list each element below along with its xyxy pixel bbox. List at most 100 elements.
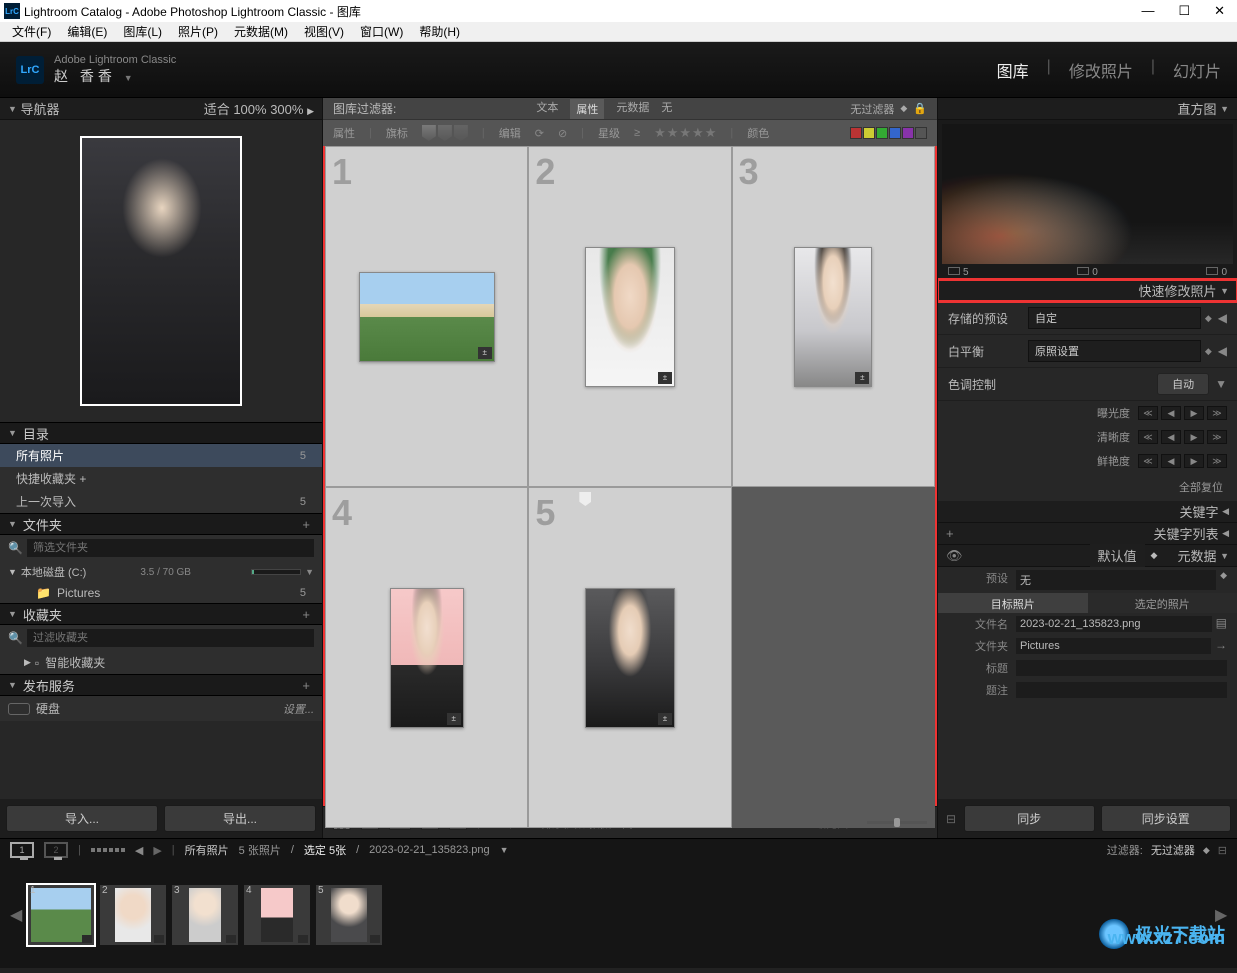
filter-tab-text[interactable]: 文本 — [536, 99, 558, 119]
auto-tone-button[interactable]: 自动 — [1157, 373, 1209, 395]
star-1[interactable]: ★ — [654, 125, 666, 141]
flag-picked-icon[interactable] — [422, 125, 436, 141]
flag-unflagged-icon[interactable] — [438, 125, 452, 141]
export-button[interactable]: 导出... — [164, 805, 316, 832]
catalog-previous-import[interactable]: 上一次导入 5 — [0, 490, 322, 513]
keyword-list-header[interactable]: + 关键字列表 ◀ — [938, 523, 1237, 545]
lock-icon[interactable]: 🔒 — [913, 102, 927, 115]
color-blue[interactable] — [889, 127, 901, 139]
filter-toggle-icon[interactable]: ⊟ — [1218, 844, 1227, 857]
grid-indicator-icon[interactable] — [91, 848, 125, 852]
saved-preset-dropdown[interactable]: 自定 — [1028, 307, 1201, 329]
filter-tab-attribute[interactable]: 属性 — [570, 99, 604, 119]
unedited-icon[interactable]: ⊘ — [558, 127, 567, 140]
clarity-decrease-large[interactable]: ≪ — [1138, 430, 1158, 444]
exposure-decrease-large[interactable]: ≪ — [1138, 406, 1158, 420]
color-green[interactable] — [876, 127, 888, 139]
primary-monitor-icon[interactable]: 1 — [10, 842, 34, 858]
vibrance-decrease-large[interactable]: ≪ — [1138, 454, 1158, 468]
menu-library[interactable]: 图库(L) — [115, 23, 170, 40]
collapse-tone[interactable]: ▼ — [1215, 377, 1227, 391]
add-keyword-button[interactable]: + — [946, 526, 954, 541]
metadata-preset-dropdown[interactable]: 无 — [1016, 570, 1216, 590]
star-5[interactable]: ★ — [705, 125, 717, 141]
module-library[interactable]: 图库 — [997, 58, 1029, 82]
zoom-300[interactable]: 300% — [270, 102, 303, 117]
folder-field[interactable]: Pictures — [1016, 638, 1211, 654]
close-button[interactable]: ✕ — [1214, 3, 1225, 19]
wb-dropdown[interactable]: 原照设置 — [1028, 340, 1201, 362]
go-back-button[interactable]: ◀ — [135, 844, 143, 857]
grid-cell-1[interactable]: 1 ± — [325, 146, 528, 487]
edited-icon[interactable]: ⟳ — [535, 127, 544, 140]
menu-photo[interactable]: 照片(P) — [170, 23, 226, 40]
vibrance-increase-large[interactable]: ≫ — [1207, 454, 1227, 468]
folder-pictures[interactable]: 📁 Pictures 5 — [0, 583, 322, 603]
filter-tab-none[interactable]: 无 — [661, 99, 672, 119]
clarity-decrease[interactable]: ◀ — [1161, 430, 1181, 444]
keywords-header[interactable]: 关键字 ◀ — [938, 501, 1237, 523]
no-filter-dropdown[interactable]: 无过滤器 — [850, 101, 894, 117]
vibrance-decrease[interactable]: ◀ — [1161, 454, 1181, 468]
filmstrip-thumb-3[interactable]: 3 — [172, 885, 238, 945]
star-2[interactable]: ★ — [667, 125, 679, 141]
menu-view[interactable]: 视图(V) — [296, 23, 352, 40]
grid-cell-2[interactable]: 2 ± — [528, 146, 731, 487]
histogram[interactable] — [942, 124, 1233, 264]
secondary-monitor-icon[interactable]: 2 — [44, 842, 68, 858]
smart-collections[interactable]: ▶ ▫ 智能收藏夹 — [0, 651, 322, 674]
filmstrip-thumb-4[interactable]: 4 — [244, 885, 310, 945]
zoom-fit[interactable]: 适合 — [204, 102, 230, 117]
menu-metadata[interactable]: 元数据(M) — [226, 23, 296, 40]
navigator-preview[interactable] — [80, 136, 242, 406]
grid-cell-4[interactable]: 4 ± — [325, 487, 528, 828]
rating-operator[interactable]: ≥ — [634, 127, 640, 139]
color-red[interactable] — [850, 127, 862, 139]
eye-icon[interactable]: 👁 — [946, 548, 963, 564]
publish-harddrive[interactable]: 硬盘 设置... — [0, 696, 322, 721]
import-button[interactable]: 导入... — [6, 805, 158, 832]
zoom-100[interactable]: 100% — [233, 102, 266, 117]
thumbnail-4[interactable]: ± — [390, 588, 464, 728]
add-publish-button[interactable]: + — [298, 678, 314, 693]
fs-filter-dropdown[interactable]: 无过滤器 — [1151, 842, 1195, 858]
catalog-quick-collection[interactable]: 快捷收藏夹 + — [0, 467, 322, 490]
flag-icon[interactable] — [579, 492, 591, 506]
clarity-increase[interactable]: ▶ — [1184, 430, 1204, 444]
metadata-tab-target[interactable]: 目标照片 — [938, 593, 1088, 613]
filter-tab-metadata[interactable]: 元数据 — [616, 99, 649, 119]
vibrance-increase[interactable]: ▶ — [1184, 454, 1204, 468]
meta-caption-field[interactable] — [1016, 682, 1227, 698]
catalog-all-photos[interactable]: 所有照片 5 — [0, 444, 322, 467]
metadata-header[interactable]: 👁 默认值 ◆ 元数据 ▼ — [938, 545, 1237, 567]
exposure-increase-large[interactable]: ≫ — [1207, 406, 1227, 420]
disk-row[interactable]: ▼ 本地磁盘 (C:) 3.5 / 70 GB ▼ — [0, 561, 322, 583]
reset-all-button[interactable]: 全部复位 — [1179, 482, 1223, 494]
add-folder-button[interactable]: + — [298, 517, 314, 532]
sync-switch-icon[interactable]: ⊟ — [944, 805, 958, 832]
publish-header[interactable]: ▼ 发布服务 + — [0, 674, 322, 696]
color-none[interactable] — [915, 127, 927, 139]
navigator-header[interactable]: ▼ 导航器 适合 100% 300% ▶ — [0, 98, 322, 120]
color-yellow[interactable] — [863, 127, 875, 139]
sync-settings-button[interactable]: 同步设置 — [1101, 805, 1232, 832]
metadata-set-dropdown[interactable]: 默认值 — [1090, 544, 1145, 567]
star-4[interactable]: ★ — [692, 125, 704, 141]
histogram-header[interactable]: 直方图 ▼ — [938, 98, 1237, 120]
menu-window[interactable]: 窗口(W) — [352, 23, 411, 40]
filmstrip-left-arrow[interactable]: ◀ — [10, 905, 22, 925]
minimize-button[interactable]: — — [1141, 3, 1154, 19]
folders-header[interactable]: ▼ 文件夹 + — [0, 513, 322, 535]
goto-folder-icon[interactable]: → — [1215, 638, 1227, 654]
catalog-header[interactable]: ▼ 目录 — [0, 422, 322, 444]
thumbnail-3[interactable]: ± — [794, 247, 872, 387]
collections-header[interactable]: ▼ 收藏夹 + — [0, 603, 322, 625]
exposure-increase[interactable]: ▶ — [1184, 406, 1204, 420]
star-3[interactable]: ★ — [679, 125, 691, 141]
sync-button[interactable]: 同步 — [964, 805, 1095, 832]
menu-file[interactable]: 文件(F) — [4, 23, 59, 40]
flag-rejected-icon[interactable] — [454, 125, 468, 141]
module-develop[interactable]: 修改照片 — [1069, 58, 1133, 82]
metadata-tab-selected[interactable]: 选定的照片 — [1088, 593, 1237, 613]
filter-collections-input[interactable] — [27, 629, 314, 647]
